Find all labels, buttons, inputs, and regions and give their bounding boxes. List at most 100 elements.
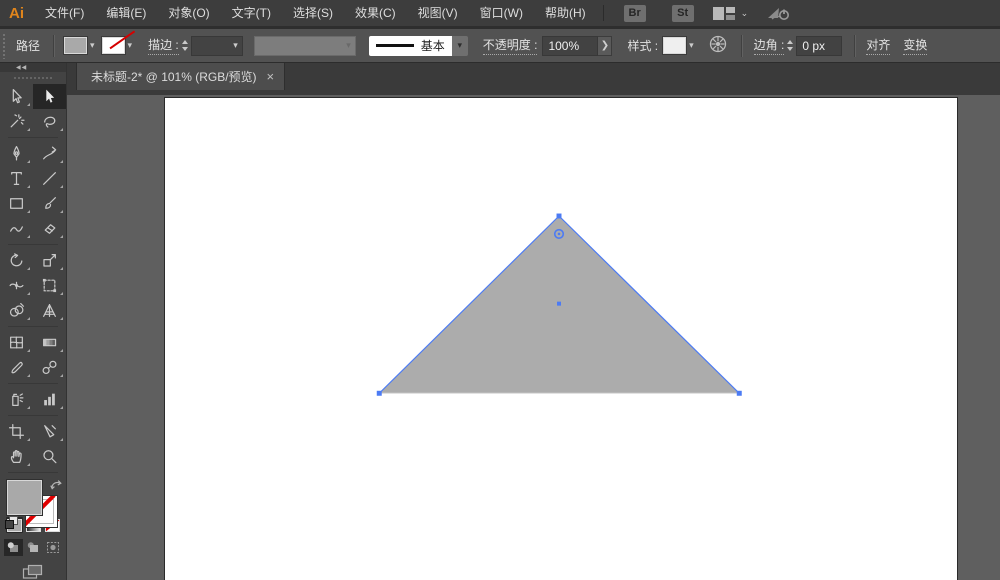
direct-selection-tool[interactable]	[33, 84, 66, 109]
draw-normal-button[interactable]	[4, 539, 23, 556]
fill-stroke-proxy	[0, 478, 66, 513]
pen-tool[interactable]	[0, 141, 33, 166]
tools-panel-grip[interactable]	[0, 72, 66, 83]
hand-tool[interactable]	[0, 444, 33, 469]
menu-select[interactable]: 选择(S)	[282, 0, 344, 26]
menu-object[interactable]: 对象(O)	[157, 0, 220, 26]
rectangle-tool[interactable]	[0, 191, 33, 216]
eraser-tool[interactable]	[33, 216, 66, 241]
center-point[interactable]	[557, 302, 561, 306]
menu-view[interactable]: 视图(V)	[407, 0, 469, 26]
chevron-down-icon: ▾	[458, 40, 463, 51]
stroke-line-sample	[376, 44, 414, 47]
tool-grid	[0, 84, 66, 476]
bridge-button[interactable]: Br	[624, 5, 646, 22]
workspace-switcher-icon	[712, 6, 736, 21]
column-graph-tool[interactable]	[33, 387, 66, 412]
screen-mode-icon	[22, 564, 44, 580]
recolor-artwork-button[interactable]	[708, 34, 728, 57]
style-swatch	[663, 37, 686, 54]
menu-help[interactable]: 帮助(H)	[534, 0, 597, 26]
eyedropper-tool[interactable]	[0, 355, 33, 380]
corner-value: 0 px	[802, 39, 825, 53]
menu-effect[interactable]: 效果(C)	[344, 0, 407, 26]
shape-builder-tool[interactable]	[0, 298, 33, 323]
artboard[interactable]	[164, 97, 958, 580]
fill-proxy-swatch[interactable]	[7, 480, 42, 515]
mesh-tool[interactable]	[0, 330, 33, 355]
curvature-tool[interactable]	[33, 141, 66, 166]
menu-type[interactable]: 文字(T)	[221, 0, 282, 26]
opacity-input[interactable]: 100%	[542, 36, 598, 56]
control-bar-grip[interactable]	[2, 33, 7, 59]
tab-bar: 未标题-2* @ 101% (RGB/预览) ×	[67, 63, 1000, 95]
slice-tool[interactable]	[33, 419, 66, 444]
blend-tool[interactable]	[33, 355, 66, 380]
workspace-switcher[interactable]: ⌄	[712, 6, 749, 21]
menu-file[interactable]: 文件(F)	[34, 0, 95, 26]
toolbar-divider	[0, 323, 66, 330]
divider	[53, 35, 54, 57]
default-fill-stroke-icon[interactable]	[5, 516, 18, 529]
stroke-weight-input[interactable]: ▾	[191, 36, 243, 56]
magic-wand-tool[interactable]	[0, 109, 33, 134]
stroke-color-dropdown[interactable]: ▾	[102, 37, 133, 54]
lasso-tool[interactable]	[33, 109, 66, 134]
stock-button[interactable]: St	[672, 5, 694, 22]
chevron-down-icon: ▾	[128, 40, 133, 51]
gradient-tool[interactable]	[33, 330, 66, 355]
menu-window[interactable]: 窗口(W)	[469, 0, 534, 26]
free-transform-tool[interactable]	[33, 273, 66, 298]
menu-edit[interactable]: 编辑(E)	[95, 0, 157, 26]
canvas[interactable]	[67, 95, 1000, 580]
draw-behind-button[interactable]	[24, 539, 43, 556]
selected-triangle-shape[interactable]	[165, 98, 957, 580]
chevron-down-icon: ▾	[346, 40, 351, 51]
selection-tool[interactable]	[0, 84, 33, 109]
anchor-point[interactable]	[737, 391, 742, 396]
scale-tool[interactable]	[33, 248, 66, 273]
ai-logo: Ai	[0, 5, 34, 22]
tools-panel-header[interactable]: ◀◀	[0, 63, 66, 72]
width-tool[interactable]	[0, 273, 33, 298]
close-tab-icon[interactable]: ×	[267, 70, 275, 83]
live-corner-widget-dot	[558, 233, 561, 236]
swap-fill-stroke-icon[interactable]	[50, 479, 63, 495]
stroke-style-dropdown[interactable]: 基本 ▾	[369, 36, 468, 56]
recolor-artwork-icon	[708, 34, 728, 54]
rotate-tool[interactable]	[0, 248, 33, 273]
opacity-more-button[interactable]: ❯	[598, 36, 612, 56]
anchor-point[interactable]	[377, 391, 382, 396]
corner-label[interactable]: 边角 :	[754, 36, 785, 55]
paintbrush-tool[interactable]	[33, 191, 66, 216]
divider	[741, 35, 742, 57]
stroke-weight-label[interactable]: 描边 :	[148, 36, 179, 55]
collapse-panel-icon[interactable]: ◀◀	[16, 64, 27, 71]
toolbar-divider	[0, 134, 66, 141]
type-tool[interactable]	[0, 166, 33, 191]
stroke-weight-stepper[interactable]	[182, 40, 188, 51]
shaper-tool[interactable]	[0, 216, 33, 241]
zoom-tool[interactable]	[33, 444, 66, 469]
control-bar: 路径 ▾ ▾ 描边 : ▾ ▾ 基本 ▾ 不透明度 :	[0, 29, 1000, 63]
align-button[interactable]: 对齐	[866, 36, 890, 55]
anchor-point[interactable]	[557, 214, 562, 219]
chevron-down-icon: ▾	[689, 40, 694, 51]
corner-stepper[interactable]	[787, 40, 793, 51]
stroke-style-chevron[interactable]: ▾	[452, 36, 468, 56]
draw-inside-button[interactable]	[44, 539, 63, 556]
perspective-grid-tool[interactable]	[33, 298, 66, 323]
document-tab-title: 未标题-2* @ 101% (RGB/预览)	[91, 68, 257, 85]
symbol-sprayer-tool[interactable]	[0, 387, 33, 412]
toolbar-divider	[0, 380, 66, 387]
screen-mode-button[interactable]	[0, 564, 66, 580]
line-segment-tool[interactable]	[33, 166, 66, 191]
cs-live-button[interactable]	[766, 5, 792, 22]
artboard-tool[interactable]	[0, 419, 33, 444]
fill-color-dropdown[interactable]: ▾	[64, 37, 95, 54]
transform-button[interactable]: 变换	[903, 36, 927, 55]
document-tab[interactable]: 未标题-2* @ 101% (RGB/预览) ×	[76, 63, 285, 90]
corner-input[interactable]: 0 px	[796, 36, 842, 56]
style-dropdown[interactable]: ▾	[663, 37, 694, 54]
opacity-label[interactable]: 不透明度 :	[483, 36, 538, 55]
